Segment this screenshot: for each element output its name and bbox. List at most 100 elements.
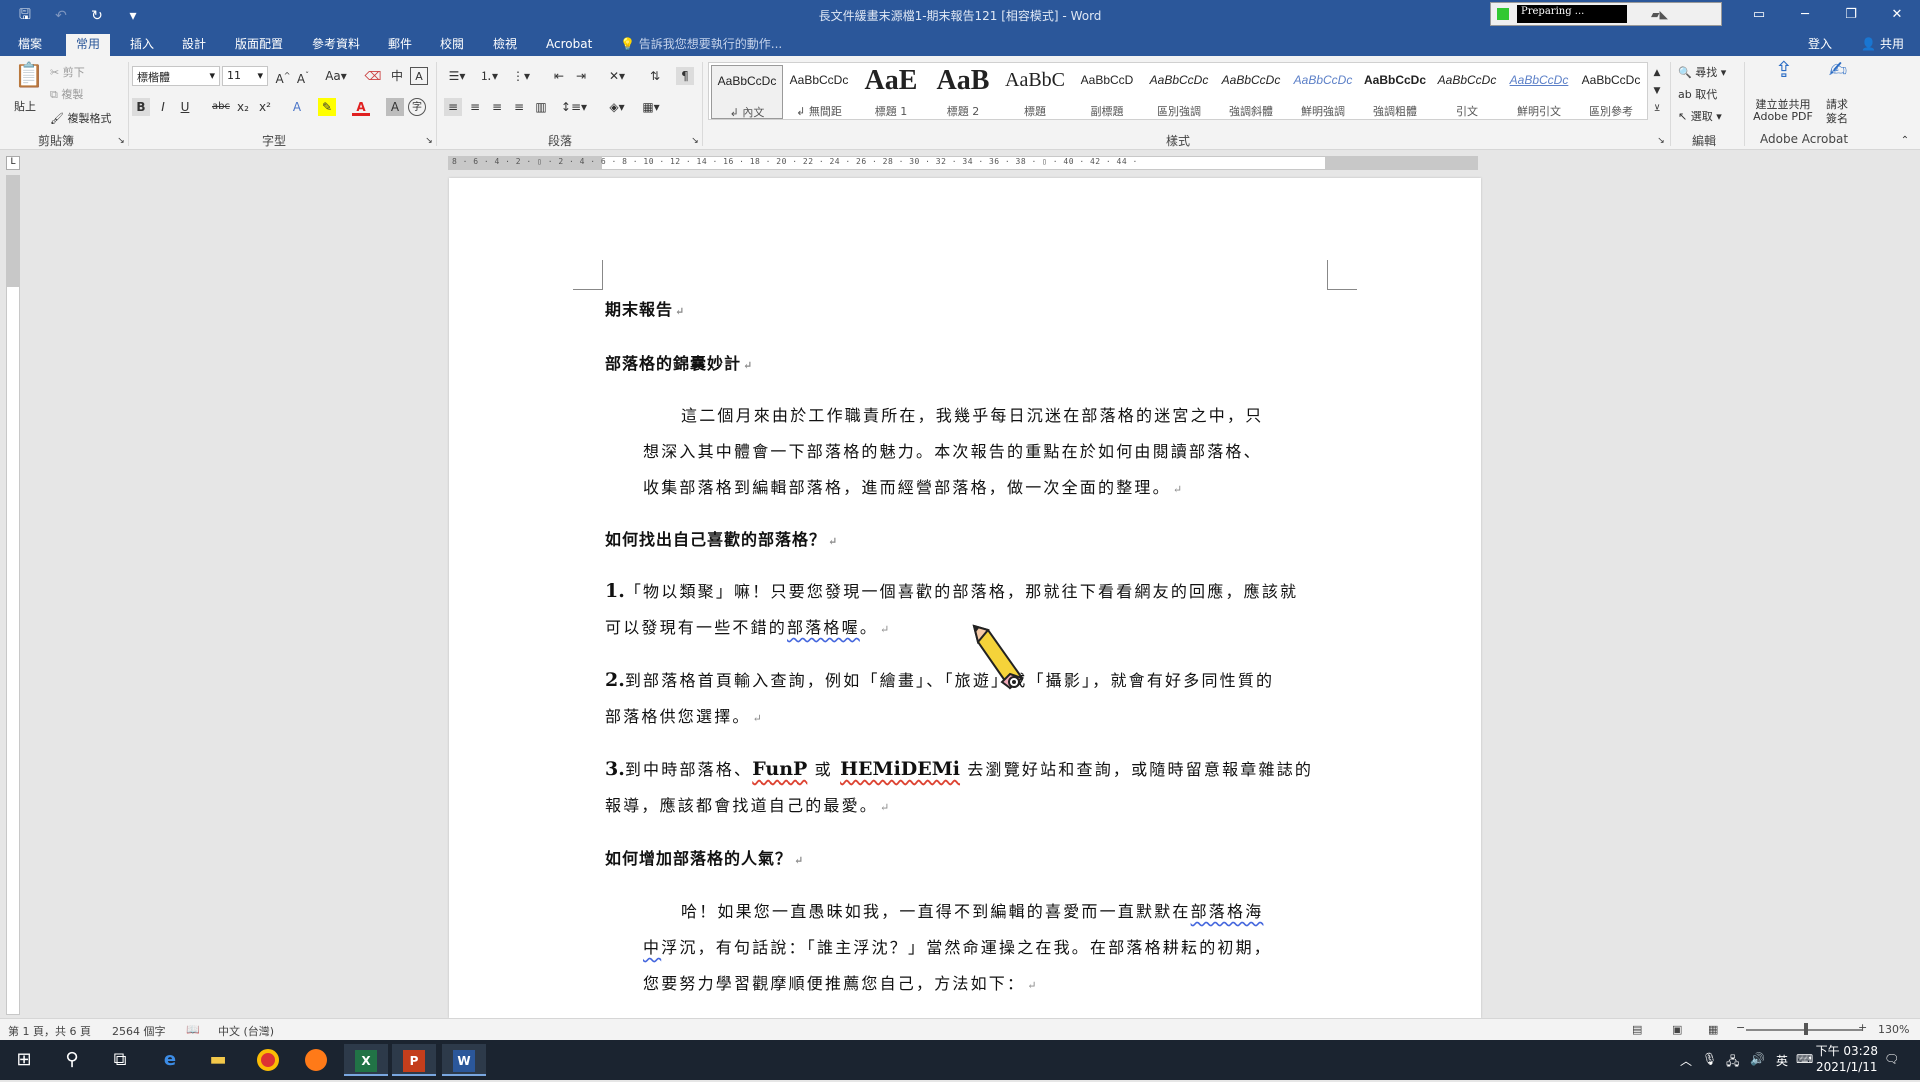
page-count[interactable]: 第 1 頁，共 6 頁 bbox=[8, 1023, 91, 1039]
zoom-out-icon[interactable]: − bbox=[1736, 1021, 1745, 1034]
show-hidden-icons-icon[interactable]: ︿ bbox=[1680, 1052, 1692, 1069]
adobe-pdf-label[interactable]: Adobe PDF bbox=[1750, 110, 1816, 123]
decrease-indent-icon[interactable]: ⇤ bbox=[550, 67, 568, 85]
word-icon[interactable]: W bbox=[442, 1044, 486, 1076]
chrome-icon[interactable] bbox=[246, 1044, 290, 1076]
align-center-icon[interactable]: ≡ bbox=[466, 98, 484, 116]
notifications-icon[interactable]: 🗨 bbox=[1884, 1052, 1899, 1066]
ime-indicator[interactable]: 英 bbox=[1776, 1052, 1788, 1069]
sign-in-link[interactable]: 登入 bbox=[1808, 35, 1832, 52]
document-page[interactable]: 期末報告 ↵ 部落格的錦囊妙計 ↵ 這二個月來由於工作職責所在，我幾乎每日沉迷在部落… bbox=[449, 178, 1481, 1018]
font-color-icon[interactable]: A bbox=[352, 98, 370, 116]
task-view-icon[interactable]: ⧉ bbox=[98, 1044, 142, 1076]
microphone-icon[interactable]: 🎙 bbox=[1702, 1052, 1717, 1066]
shading-icon[interactable]: ◈▾ bbox=[604, 98, 630, 116]
zoom-thumb[interactable] bbox=[1804, 1023, 1809, 1035]
web-layout-icon[interactable]: ▦ bbox=[1708, 1023, 1718, 1036]
style-subtitle[interactable]: AaBbCcD 副標題 bbox=[1071, 65, 1143, 119]
tell-me-search[interactable]: 💡 告訴我您想要執行的動作... bbox=[620, 35, 782, 52]
read-mode-icon[interactable]: ▤ bbox=[1632, 1023, 1642, 1036]
language[interactable]: 中文 (台灣) bbox=[218, 1023, 274, 1039]
style-intense-quote[interactable]: AaBbCcDc 鮮明引文 bbox=[1503, 65, 1575, 119]
style-heading-1[interactable]: AaE 標題 1 bbox=[855, 65, 927, 119]
tab-review[interactable]: 校閱 bbox=[430, 34, 474, 56]
dialog-launcher-icon[interactable]: ↘ bbox=[1652, 132, 1670, 150]
bullets-icon[interactable]: ☰▾ bbox=[444, 67, 470, 85]
replace-button[interactable]: ab 取代 bbox=[1678, 86, 1717, 102]
collapse-ribbon-icon[interactable]: ⌃ bbox=[1896, 132, 1914, 150]
align-right-icon[interactable]: ≡ bbox=[488, 98, 506, 116]
network-icon[interactable]: 🖧 bbox=[1726, 1052, 1739, 1073]
firefox-icon[interactable] bbox=[294, 1044, 338, 1076]
windows-start-icon[interactable]: ⊞ bbox=[2, 1044, 46, 1076]
borders-icon[interactable]: ▦▾ bbox=[638, 98, 664, 116]
clock[interactable]: 下午 03:28 2021/1/11 bbox=[1816, 1043, 1878, 1075]
tab-view[interactable]: 檢視 bbox=[483, 34, 527, 56]
italic-icon[interactable]: I bbox=[154, 98, 172, 116]
restore-icon[interactable]: ❐ bbox=[1828, 0, 1874, 30]
strikethrough-icon[interactable]: abc bbox=[210, 98, 232, 116]
tab-layout[interactable]: 版面配置 bbox=[225, 34, 293, 56]
paste-icon[interactable]: 📋 bbox=[14, 63, 44, 100]
highlight-icon[interactable]: ✎ bbox=[318, 98, 336, 116]
file-explorer-icon[interactable]: ▬ bbox=[196, 1044, 240, 1076]
excel-icon[interactable]: X bbox=[344, 1044, 388, 1076]
copy-button[interactable]: ⧉ 複製 bbox=[50, 86, 83, 102]
style-strong[interactable]: AaBbCcDc 強調粗體 bbox=[1359, 65, 1431, 119]
bold-icon[interactable]: B bbox=[132, 98, 150, 116]
character-shading-icon[interactable]: A bbox=[386, 98, 404, 116]
asian-layout-icon[interactable]: ✕▾ bbox=[604, 67, 630, 85]
grow-font-icon[interactable]: A^ bbox=[274, 67, 292, 86]
superscript-icon[interactable]: x² bbox=[256, 98, 274, 116]
change-case-icon[interactable]: Aa▾ bbox=[324, 67, 348, 85]
edge-icon[interactable]: e bbox=[148, 1044, 192, 1076]
tab-insert[interactable]: 插入 bbox=[120, 34, 164, 56]
format-painter-button[interactable]: 🖌 複製格式 bbox=[50, 110, 111, 126]
tab-selector[interactable]: L bbox=[6, 156, 20, 170]
request-signature-icon[interactable]: ✍ bbox=[1824, 60, 1852, 90]
zoom-in-icon[interactable]: + bbox=[1858, 1021, 1867, 1034]
search-icon[interactable]: ⚲ bbox=[50, 1044, 94, 1076]
line-spacing-icon[interactable]: ↕≡▾ bbox=[560, 98, 588, 116]
ribbon-display-options-icon[interactable]: ▭ bbox=[1736, 0, 1782, 30]
paste-label[interactable]: 貼上 bbox=[14, 98, 36, 114]
numbering-icon[interactable]: ⒈▾ bbox=[476, 67, 502, 85]
increase-indent-icon[interactable]: ⇥ bbox=[572, 67, 590, 85]
scroll-up-icon[interactable]: ▲ bbox=[1648, 64, 1666, 82]
powerpoint-icon[interactable]: P bbox=[392, 1044, 436, 1076]
cut-button[interactable]: ✂ 剪下 bbox=[50, 64, 85, 80]
share-button[interactable]: 👤 共用 bbox=[1861, 35, 1904, 52]
font-name-select[interactable]: 標楷體 ▾ bbox=[132, 66, 220, 86]
tab-file[interactable]: 檔案 bbox=[8, 34, 52, 56]
camera-icon[interactable]: ▰◣ bbox=[1651, 8, 1668, 21]
word-count[interactable]: 2564 個字 bbox=[112, 1023, 166, 1039]
proofing-icon[interactable]: 📖 bbox=[186, 1023, 200, 1036]
keyboard-icon[interactable]: ⌨ bbox=[1796, 1052, 1813, 1066]
scroll-down-icon[interactable]: ▼ bbox=[1648, 82, 1666, 100]
underline-icon[interactable]: U bbox=[176, 98, 194, 116]
tab-references[interactable]: 參考資料 bbox=[302, 34, 370, 56]
volume-icon[interactable]: 🔊 bbox=[1750, 1052, 1765, 1066]
tab-home[interactable]: 常用 bbox=[66, 34, 111, 56]
style-no-spacing[interactable]: AaBbCcDc ↲ 無間距 bbox=[783, 65, 855, 119]
style-subtle-reference[interactable]: AaBbCcDc 區別參考 bbox=[1575, 65, 1647, 119]
minimize-icon[interactable]: ─ bbox=[1782, 0, 1828, 30]
style-title[interactable]: AaBbC 標題 bbox=[999, 65, 1071, 119]
find-button[interactable]: 🔍 尋找 ▾ bbox=[1678, 64, 1726, 80]
zoom-level[interactable]: 130% bbox=[1878, 1023, 1909, 1036]
multilevel-list-icon[interactable]: ⋮▾ bbox=[508, 67, 534, 85]
sort-icon[interactable]: ⇅ bbox=[646, 67, 664, 85]
sign-label[interactable]: 簽名 bbox=[1826, 110, 1848, 126]
more-styles-icon[interactable]: ⊻ bbox=[1648, 100, 1666, 118]
style-emphasis[interactable]: AaBbCcDc 強調斜體 bbox=[1215, 65, 1287, 119]
recording-widget[interactable]: Preparing ... ▰◣ bbox=[1490, 2, 1722, 26]
text-effects-icon[interactable]: A bbox=[288, 98, 306, 116]
select-button[interactable]: ↖ 選取 ▾ bbox=[1678, 108, 1722, 124]
vertical-ruler[interactable] bbox=[6, 175, 20, 1015]
subscript-icon[interactable]: x₂ bbox=[234, 98, 252, 116]
tab-mailings[interactable]: 郵件 bbox=[378, 34, 422, 56]
close-icon[interactable]: ✕ bbox=[1874, 0, 1920, 30]
align-left-icon[interactable]: ≡ bbox=[444, 98, 462, 116]
style-intense-emphasis[interactable]: AaBbCcDc 鮮明強調 bbox=[1287, 65, 1359, 119]
create-pdf-icon[interactable]: ⇪ bbox=[1770, 60, 1798, 90]
